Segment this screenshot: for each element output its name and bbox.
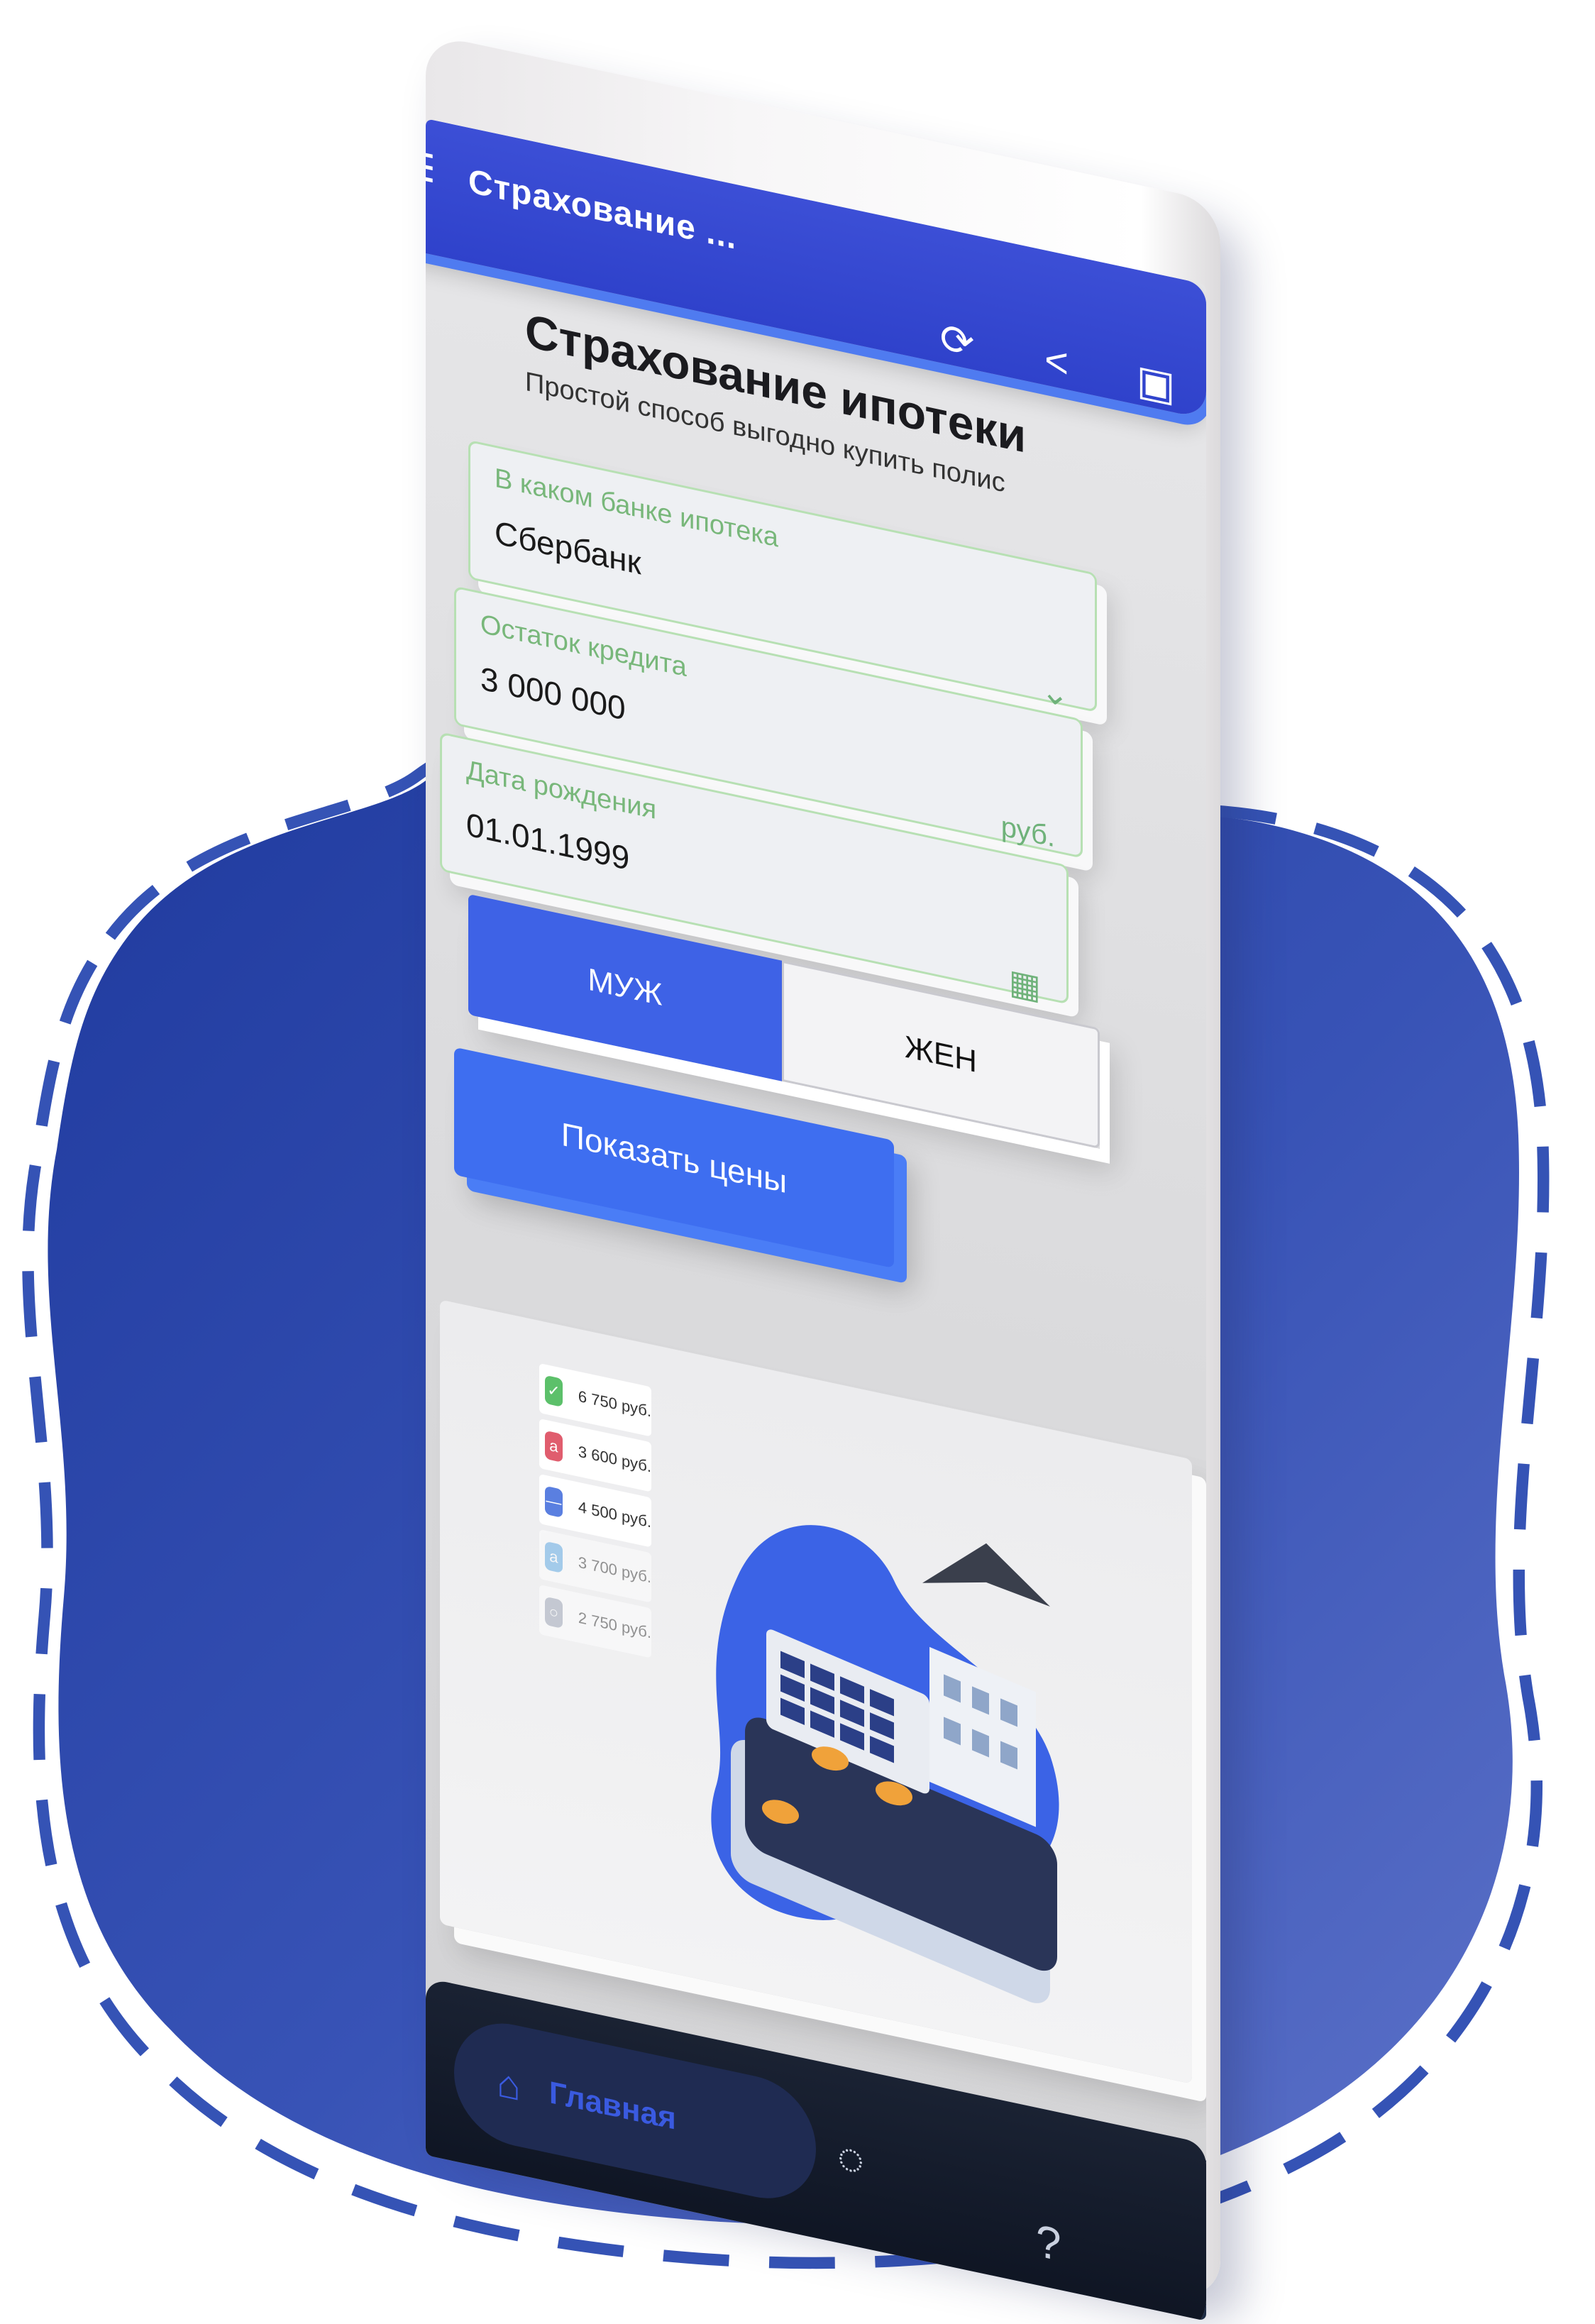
loan-balance-value: 3 000 000 bbox=[480, 659, 626, 727]
help-icon[interactable]: ? bbox=[1036, 2214, 1061, 2272]
insurer-logo-icon: — bbox=[545, 1485, 563, 1518]
chat-icon[interactable]: ◌ bbox=[837, 2129, 864, 2187]
price-unit: руб. bbox=[622, 1617, 651, 1642]
price-unit: руб. bbox=[622, 1451, 651, 1476]
price-amount: 3 700 bbox=[578, 1553, 617, 1580]
promo-illustration: ✓ 6 750 руб. a 3 600 руб. — 4 500 руб. a… bbox=[440, 1299, 1192, 2084]
phone-stage: ☰ Страхование ... ⟳ < ▣ Страхование ипот… bbox=[369, 28, 1235, 2321]
price-amount: 3 600 bbox=[578, 1442, 617, 1469]
calendar-icon[interactable]: ▦ bbox=[1009, 962, 1041, 1008]
bank-select-value: Сбербанк bbox=[495, 513, 641, 582]
price-amount: 4 500 bbox=[578, 1497, 617, 1524]
nav-home-label: Главная bbox=[548, 2074, 676, 2137]
share-icon[interactable]: < bbox=[1032, 333, 1081, 392]
house-calculator-illustration bbox=[711, 1525, 1059, 2003]
price-amount: 6 750 bbox=[578, 1387, 617, 1414]
price-unit: руб. bbox=[622, 1507, 651, 1531]
menu-icon[interactable]: ☰ bbox=[426, 141, 440, 193]
price-unit: руб. bbox=[622, 1562, 651, 1587]
app-screen: ☰ Страхование ... ⟳ < ▣ Страхование ипот… bbox=[426, 119, 1206, 2321]
price-list: ✓ 6 750 руб. a 3 600 руб. — 4 500 руб. a… bbox=[539, 1363, 651, 1664]
birth-date-value: 01.01.1999 bbox=[466, 805, 630, 878]
qr-scan-icon[interactable]: ▣ bbox=[1131, 353, 1181, 412]
home-icon: ⌂ bbox=[497, 2059, 521, 2109]
insurer-logo-icon: ✓ bbox=[545, 1375, 563, 1407]
refresh-icon[interactable]: ⟳ bbox=[932, 312, 982, 370]
app-bar-title: Страхование ... bbox=[468, 162, 737, 258]
phone-mockup: ☰ Страхование ... ⟳ < ▣ Страхование ипот… bbox=[369, 28, 1220, 2321]
price-unit: руб. bbox=[622, 1396, 651, 1421]
insurer-logo-icon: a bbox=[545, 1430, 563, 1463]
chevron-down-icon[interactable]: ⌄ bbox=[1041, 670, 1069, 716]
currency-suffix: руб. bbox=[1000, 810, 1055, 854]
insurer-logo-icon: ○ bbox=[545, 1596, 563, 1629]
price-amount: 2 750 bbox=[578, 1608, 617, 1635]
insurer-logo-icon: a bbox=[545, 1541, 563, 1573]
